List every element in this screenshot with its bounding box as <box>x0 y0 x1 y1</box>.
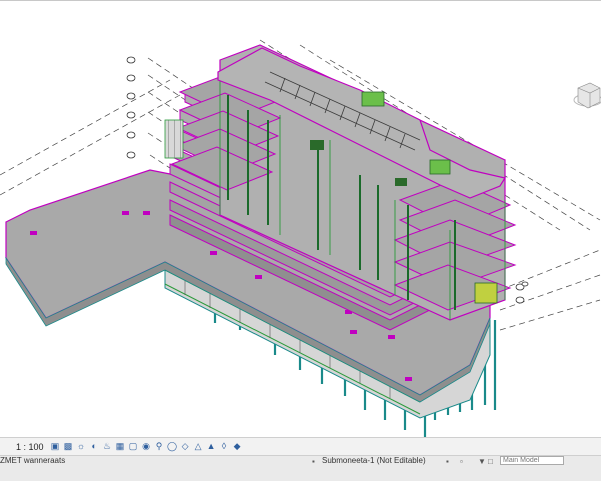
highlight-displacement-icon[interactable]: ▲ <box>206 441 217 452</box>
worksharing-display-icon[interactable]: ◇ <box>180 441 191 452</box>
viewcube-icon[interactable] <box>573 82 601 109</box>
building-model <box>0 39 601 437</box>
annex-wall <box>164 119 184 159</box>
sun-path-icon[interactable]: ☼ <box>76 441 87 452</box>
active-workset-dropdown[interactable]: Submoneeta-1 (Not Editable) <box>322 456 426 465</box>
reveal-hidden-icon[interactable]: ◯ <box>167 441 178 452</box>
annex-box <box>474 282 498 304</box>
render-icon[interactable]: ♨ <box>102 441 113 452</box>
view-scale[interactable]: 1 : 100 <box>0 442 50 452</box>
editable-only-icon[interactable]: ▪ <box>446 457 449 466</box>
show-crop-icon[interactable]: ▢ <box>128 441 139 452</box>
lock-view-icon[interactable]: ◉ <box>141 441 152 452</box>
reveal-constraints-icon[interactable]: ◊ <box>219 441 230 452</box>
status-bar: ZMET wanneraats ▪ Submoneeta-1 (Not Edit… <box>0 455 601 481</box>
filter-icon[interactable]: ▼ <box>478 457 486 466</box>
exclude-options-icon[interactable]: □ <box>488 457 493 466</box>
design-options-icon[interactable]: ▫ <box>460 457 463 466</box>
temp-hide-icon[interactable]: ⚲ <box>154 441 165 452</box>
3d-viewport[interactable] <box>0 1 601 437</box>
view-control-bar: 1 : 100 ▣ ▩ ☼ ◐ ♨ ▦ ▢ ◉ ⚲ ◯ ◇ △ ▲ ◊ ◆ <box>0 437 601 455</box>
show-hidden-icon[interactable]: ◆ <box>232 441 243 452</box>
visual-style-icon[interactable]: ▩ <box>63 441 74 452</box>
crop-view-icon[interactable]: ▦ <box>115 441 126 452</box>
status-text: ZMET wanneraats <box>0 456 66 465</box>
model-dropdown[interactable]: Main Model <box>500 456 564 465</box>
shadows-icon[interactable]: ◐ <box>89 441 100 452</box>
workset-icon[interactable]: ▪ <box>312 457 315 466</box>
analytical-model-icon[interactable]: △ <box>193 441 204 452</box>
detail-level-icon[interactable]: ▣ <box>50 441 61 452</box>
